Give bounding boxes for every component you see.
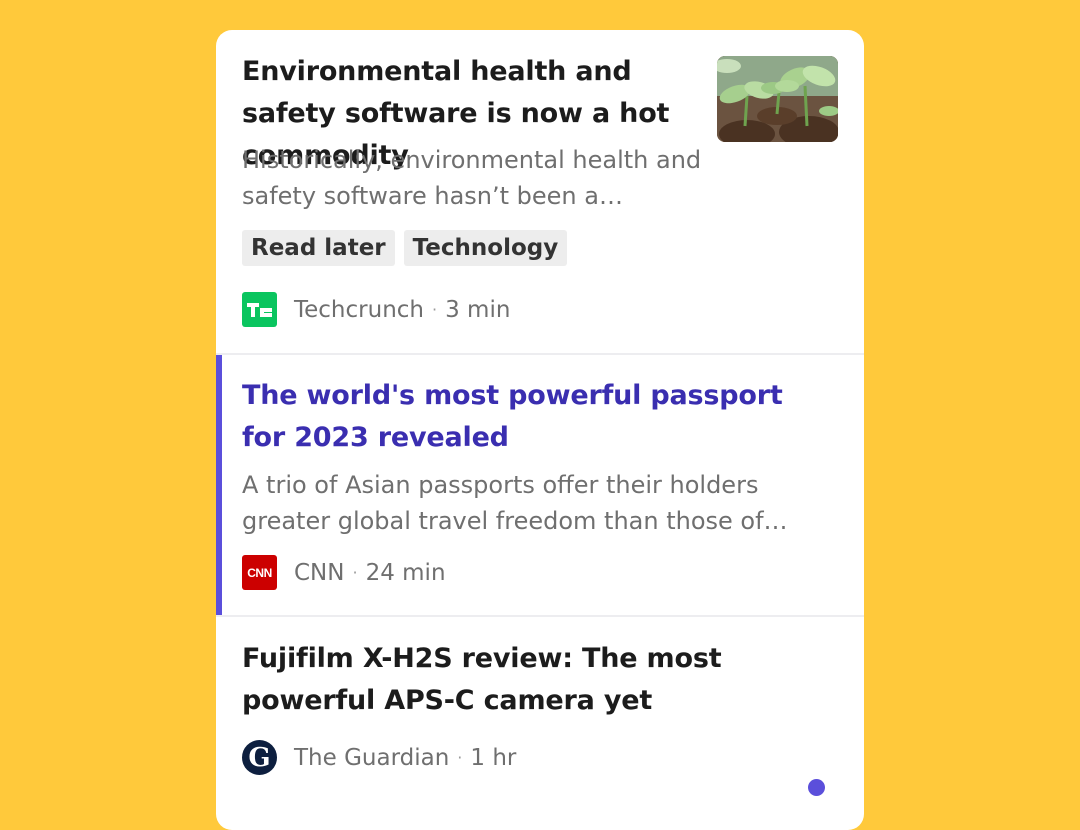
article-tags: Read later Technology bbox=[242, 230, 568, 266]
meta-separator: · bbox=[457, 748, 463, 767]
article-thumbnail[interactable] bbox=[717, 56, 838, 142]
article-read-time: 24 min bbox=[365, 559, 446, 586]
cnn-logo-icon: CNN bbox=[242, 555, 277, 590]
article-meta: CNN CNN · 24 min bbox=[242, 555, 446, 590]
article-title[interactable]: Fujifilm X-H2S review: The most powerful… bbox=[242, 638, 822, 722]
article-item[interactable]: Fujifilm X-H2S review: The most powerful… bbox=[216, 617, 864, 830]
article-source: Techcrunch bbox=[294, 296, 424, 323]
unread-dot-icon bbox=[808, 779, 825, 796]
article-source: The Guardian bbox=[294, 744, 450, 771]
article-item[interactable]: Environmental health and safety software… bbox=[216, 30, 864, 354]
article-list-card: Environmental health and safety software… bbox=[216, 30, 864, 830]
article-title[interactable]: The world's most powerful passport for 2… bbox=[242, 375, 822, 459]
article-item-selected[interactable]: The world's most powerful passport for 2… bbox=[216, 355, 864, 616]
article-summary: A trio of Asian passports offer their ho… bbox=[242, 471, 788, 535]
article-meta: Techcrunch · 3 min bbox=[242, 292, 510, 327]
meta-separator: · bbox=[432, 300, 438, 319]
guardian-logo-icon: G bbox=[242, 740, 277, 775]
article-source: CNN bbox=[294, 559, 345, 586]
seedlings-image bbox=[717, 56, 838, 142]
article-read-time: 3 min bbox=[445, 296, 511, 323]
article-meta: G The Guardian · 1 hr bbox=[242, 740, 516, 775]
meta-separator: · bbox=[352, 563, 358, 582]
tag-technology[interactable]: Technology bbox=[403, 230, 568, 266]
article-read-time: 1 hr bbox=[470, 744, 517, 771]
tag-read-later[interactable]: Read later bbox=[242, 230, 395, 266]
selection-indicator bbox=[216, 355, 222, 616]
techcrunch-logo-icon bbox=[242, 292, 277, 327]
article-summary: Historically, environmental health and s… bbox=[242, 146, 702, 210]
